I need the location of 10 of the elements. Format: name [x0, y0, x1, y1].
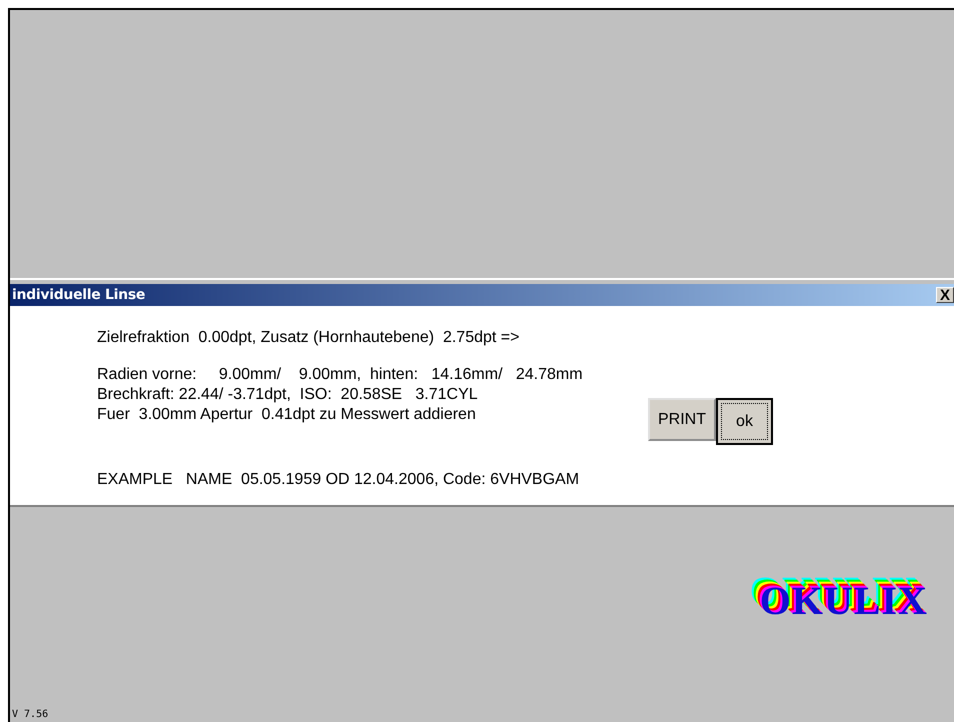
result-text: Brechkraft: 22.44/ -3.71dpt, ISO: 20.58SE 3.71CYL [97, 385, 478, 405]
result-text: Radien vorne: 9.00mm/ 9.00mm, hinten: 14.16mm/ 24.78mm [97, 365, 583, 385]
result-text: Fuer 3.00mm Apertur 0.41dpt zu Messwert addieren [97, 405, 476, 425]
ok-button[interactable]: ok [716, 398, 773, 445]
close-button[interactable]: X [936, 287, 954, 303]
patient-info: EXAMPLE NAME 05.05.1959 OD 12.04.2006, Code: 6VHVBGAM [97, 470, 580, 490]
window-title: individuelle Linse [12, 287, 146, 303]
version-label: V 7.56 [12, 709, 48, 720]
print-button[interactable]: PRINT [648, 398, 716, 441]
result-text: Zielrefraktion 0.00dpt, Zusatz (Hornhautebene) 2.75dpt => [97, 328, 520, 348]
